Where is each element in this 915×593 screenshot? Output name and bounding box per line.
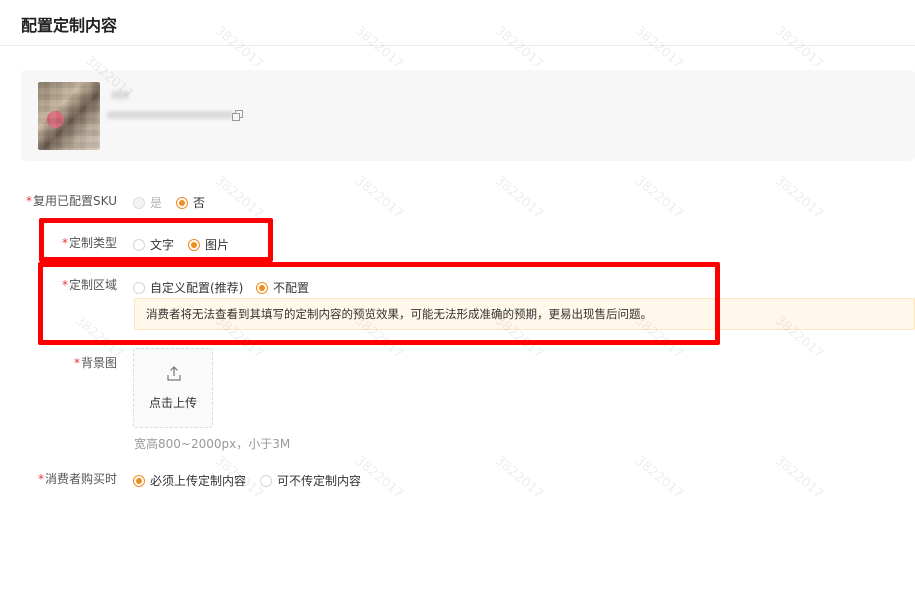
custom-area-custom-radio[interactable]: 自定义配置(推荐): [133, 279, 243, 296]
product-id-redacted: [107, 111, 233, 119]
background-label: *背景图: [73, 356, 117, 370]
page-title: 配置定制内容: [21, 16, 118, 35]
custom-area-label: *定制区域: [61, 278, 117, 292]
buyer-upload-label: *消费者购买时: [37, 472, 117, 486]
page-header: 配置定制内容: [0, 0, 915, 46]
custom-type-text-radio[interactable]: 文字: [133, 236, 174, 253]
product-thumbnail: [38, 82, 100, 150]
custom-area-row: *定制区域 自定义配置(推荐) 不配置: [0, 276, 915, 296]
background-upload-button[interactable]: 点击上传: [133, 348, 213, 428]
reuse-sku-label: *复用已配置SKU: [26, 194, 117, 208]
buyer-must-upload-radio[interactable]: 必须上传定制内容: [133, 472, 246, 489]
reuse-sku-row: *复用已配置SKU 是 否: [0, 192, 915, 210]
reuse-sku-no-radio[interactable]: 否: [176, 194, 205, 211]
product-card: [21, 70, 915, 161]
custom-type-image-radio[interactable]: 图片: [188, 236, 229, 253]
upload-label: 点击上传: [148, 396, 197, 410]
custom-type-row: *定制类型 文字 图片: [0, 234, 915, 252]
copy-icon[interactable]: [232, 110, 243, 121]
background-hint: 宽高800~2000px，小于3M: [134, 437, 291, 451]
buyer-upload-row: *消费者购买时 必须上传定制内容 可不传定制内容: [0, 470, 915, 488]
reuse-sku-yes-radio[interactable]: 是: [133, 194, 162, 211]
custom-area-none-radio[interactable]: 不配置: [256, 279, 309, 296]
buyer-optional-upload-radio[interactable]: 可不传定制内容: [260, 472, 361, 489]
custom-area-warning: 消费者将无法查看到其填写的定制内容的预览效果，可能无法形成准确的预期，更易出现售…: [134, 298, 915, 330]
product-title-redacted: [111, 91, 129, 99]
custom-type-label: *定制类型: [61, 236, 117, 250]
upload-icon: [167, 366, 181, 381]
background-row: *背景图: [0, 354, 120, 372]
